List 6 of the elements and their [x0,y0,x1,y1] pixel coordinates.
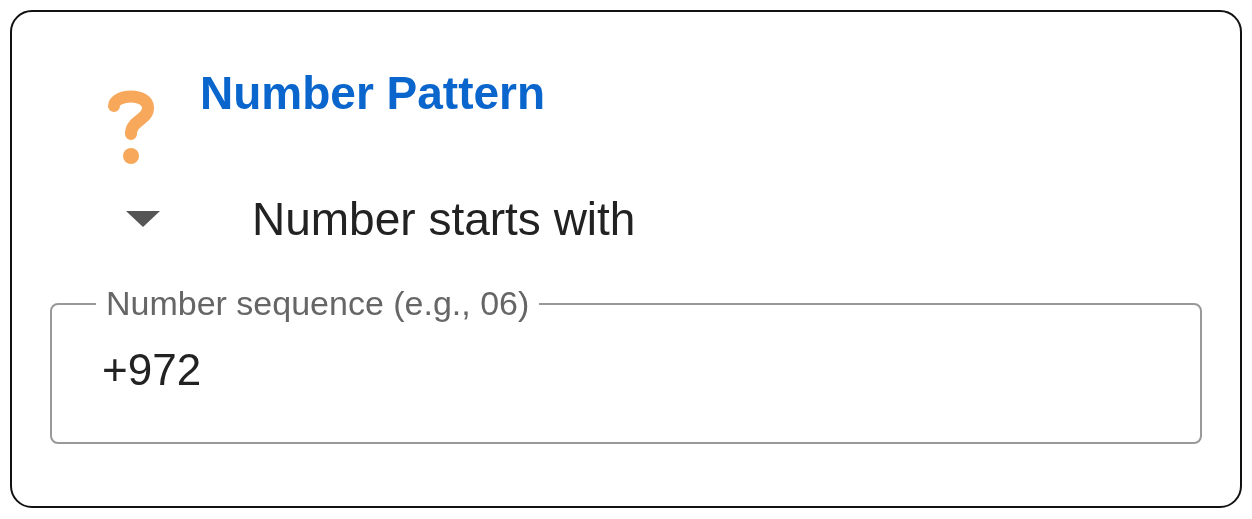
number-input[interactable]: +972 [102,345,1150,395]
section-title: Number Pattern [200,66,546,120]
field-label: Number sequence (e.g., 06) [105,284,531,323]
question-icon [106,88,156,166]
dropdown-label[interactable]: Number starts with [252,192,636,246]
caret-icon[interactable] [126,211,160,227]
